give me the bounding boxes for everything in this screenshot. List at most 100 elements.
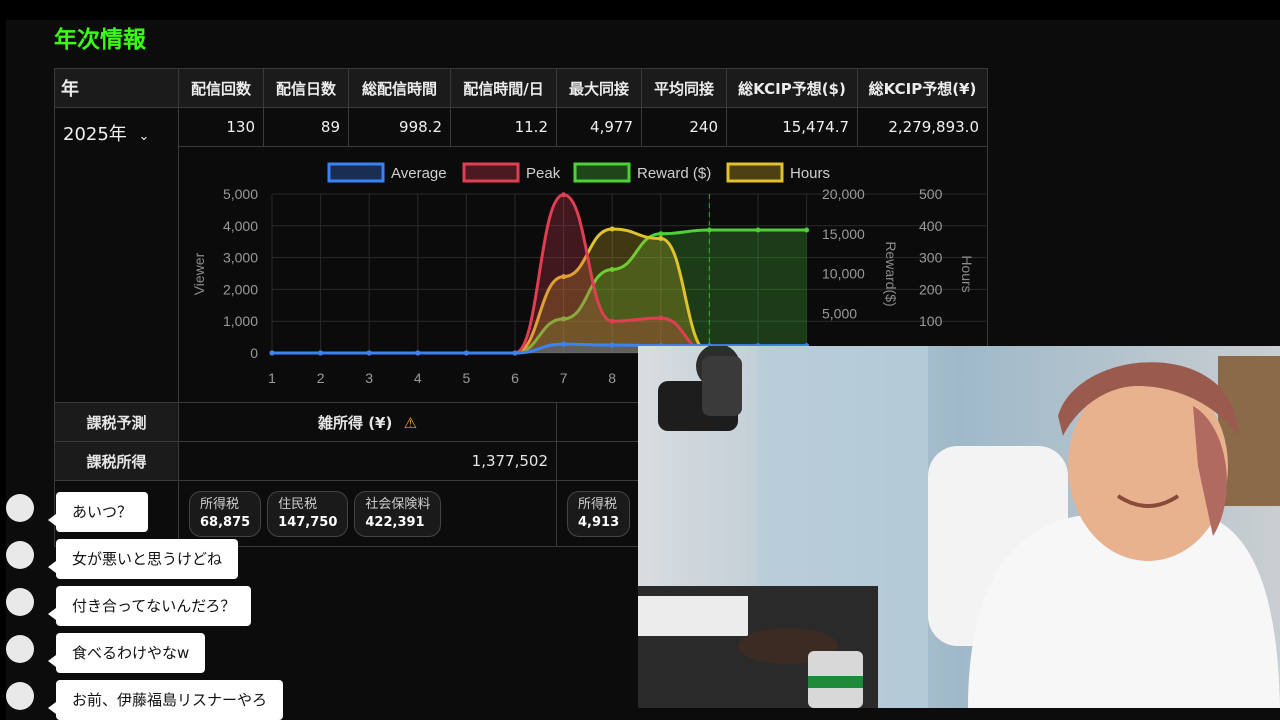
y-reward-tick: 5,000 bbox=[822, 305, 857, 321]
data-point bbox=[609, 226, 615, 232]
data-point bbox=[512, 350, 518, 356]
chip-label: 所得税 bbox=[578, 496, 618, 512]
x-tick: 2 bbox=[317, 370, 325, 386]
x-tick: 3 bbox=[365, 370, 373, 386]
data-point bbox=[366, 350, 372, 356]
income-tax-chip: 所得税 68,875 bbox=[189, 490, 262, 537]
y-left-tick: 5,000 bbox=[223, 186, 258, 202]
chevron-down-icon: ⌄ bbox=[138, 129, 150, 144]
data-point bbox=[706, 227, 712, 233]
value-avg-viewers: 240 bbox=[641, 107, 727, 147]
year-header: 年 bbox=[54, 68, 179, 108]
chip-label: 住民税 bbox=[278, 496, 318, 512]
data-point bbox=[415, 350, 421, 356]
header-days: 配信日数 bbox=[263, 68, 349, 108]
resident-tax-chip: 住民税 147,750 bbox=[267, 490, 349, 537]
taxable-income-value: 1,377,502 bbox=[178, 441, 557, 481]
y-axis-label-viewer: Viewer bbox=[191, 252, 207, 295]
y-reward-tick: 20,000 bbox=[822, 186, 865, 202]
y-reward-tick: 15,000 bbox=[822, 226, 865, 242]
legend-swatch bbox=[462, 162, 520, 183]
y-hours-tick: 200 bbox=[919, 281, 943, 297]
header-kcip-jpy: 総KCIP予想(¥) bbox=[857, 68, 988, 108]
social-insurance-chip: 社会保険料 422,391 bbox=[354, 490, 442, 537]
y-left-tick: 3,000 bbox=[223, 250, 258, 266]
y-left-tick: 0 bbox=[250, 345, 258, 361]
y-hours-tick: 500 bbox=[919, 186, 943, 202]
data-point bbox=[269, 350, 275, 356]
chip-value: 422,391 bbox=[365, 514, 425, 530]
value-streams: 130 bbox=[178, 107, 264, 147]
header-total-hours: 総配信時間 bbox=[348, 68, 451, 108]
y-axis-label-hours: Hours bbox=[959, 255, 975, 292]
value-max-viewers: 4,977 bbox=[556, 107, 642, 147]
chat-bubble: 食べるわけやなw bbox=[47, 633, 206, 673]
legend-label: Average bbox=[391, 165, 447, 182]
taxable-income-label: 課税所得 bbox=[54, 441, 179, 481]
misc-income-header: 雑所得 (¥) ⚠ bbox=[178, 402, 557, 442]
chip-label: 所得税 bbox=[200, 496, 240, 512]
avatar-icon bbox=[6, 541, 34, 569]
avatar-icon bbox=[6, 682, 34, 710]
header-kcip-usd: 総KCIP予想($) bbox=[726, 68, 858, 108]
value-total-hours: 998.2 bbox=[348, 107, 451, 147]
header-hours-per-day: 配信時間/日 bbox=[450, 68, 557, 108]
data-point bbox=[561, 341, 567, 347]
y-left-tick: 1,000 bbox=[223, 313, 258, 329]
legend-swatch bbox=[726, 162, 784, 183]
legend-label: Peak bbox=[526, 165, 561, 182]
x-tick: 5 bbox=[463, 370, 471, 386]
header-avg-viewers: 平均同接 bbox=[641, 68, 727, 108]
value-kcip-usd: 15,474.7 bbox=[726, 107, 858, 147]
header-streams: 配信回数 bbox=[178, 68, 264, 108]
legend-swatch bbox=[573, 162, 631, 183]
x-tick: 1 bbox=[268, 370, 276, 386]
chat-bubble: 女が悪いと思うけどね bbox=[47, 539, 239, 579]
webcam-overlay bbox=[638, 346, 1280, 708]
tax-predict-label: 課税予測 bbox=[54, 402, 179, 442]
data-point bbox=[561, 192, 567, 198]
data-point bbox=[463, 350, 469, 356]
y-left-tick: 2,000 bbox=[223, 281, 258, 297]
data-point bbox=[609, 318, 615, 324]
misc-income-title: 雑所得 (¥) bbox=[317, 413, 393, 432]
avatar-icon bbox=[6, 588, 34, 616]
x-tick: 8 bbox=[608, 370, 616, 386]
legend-label: Reward ($) bbox=[637, 165, 711, 182]
y-axis-label-reward: Reward($) bbox=[883, 241, 899, 306]
data-point bbox=[609, 342, 615, 348]
y-hours-tick: 400 bbox=[919, 218, 943, 234]
warning-icon: ⚠ bbox=[403, 413, 418, 432]
chip-value: 4,913 bbox=[578, 514, 620, 530]
legend-label: Hours bbox=[790, 165, 830, 182]
data-point bbox=[658, 231, 664, 237]
year-select[interactable]: 2025年 ⌄ bbox=[54, 107, 179, 403]
avatar-icon bbox=[6, 635, 34, 663]
y-left-tick: 4,000 bbox=[223, 218, 258, 234]
page-title: 年次情報 bbox=[54, 27, 146, 53]
value-hours-per-day: 11.2 bbox=[450, 107, 557, 147]
y-hours-tick: 100 bbox=[919, 313, 943, 329]
header-max-viewers: 最大同接 bbox=[556, 68, 642, 108]
data-point bbox=[658, 236, 664, 242]
value-kcip-jpy: 2,279,893.0 bbox=[857, 107, 988, 147]
table-header-row: 年 配信回数 配信日数 総配信時間 配信時間/日 最大同接 平均同接 総KCIP… bbox=[54, 68, 988, 108]
value-days: 89 bbox=[263, 107, 349, 147]
webcam-scene bbox=[638, 346, 1280, 708]
y-hours-tick: 300 bbox=[919, 250, 943, 266]
chat-bubble: あいつ？ bbox=[47, 492, 149, 532]
legend-swatch bbox=[327, 162, 385, 183]
avatar-icon bbox=[6, 494, 34, 522]
data-point bbox=[318, 350, 324, 356]
chat-bubble: お前、伊藤福島リスナーやろ bbox=[47, 680, 284, 720]
data-point bbox=[658, 315, 664, 321]
data-point bbox=[755, 227, 761, 233]
data-point bbox=[804, 227, 810, 233]
income-tax-chip-right: 所得税 4,913 bbox=[567, 490, 631, 537]
tax-chips-left: 所得税 68,875 住民税 147,750 社会保険料 422,391 bbox=[178, 480, 557, 547]
chip-value: 147,750 bbox=[278, 514, 338, 530]
table-value-row: 2025年 ⌄ 130 89 998.2 11.2 4,977 240 15,4… bbox=[54, 107, 988, 403]
year-select-value: 2025年 bbox=[63, 124, 127, 145]
x-tick: 6 bbox=[511, 370, 519, 386]
x-tick: 4 bbox=[414, 370, 422, 386]
